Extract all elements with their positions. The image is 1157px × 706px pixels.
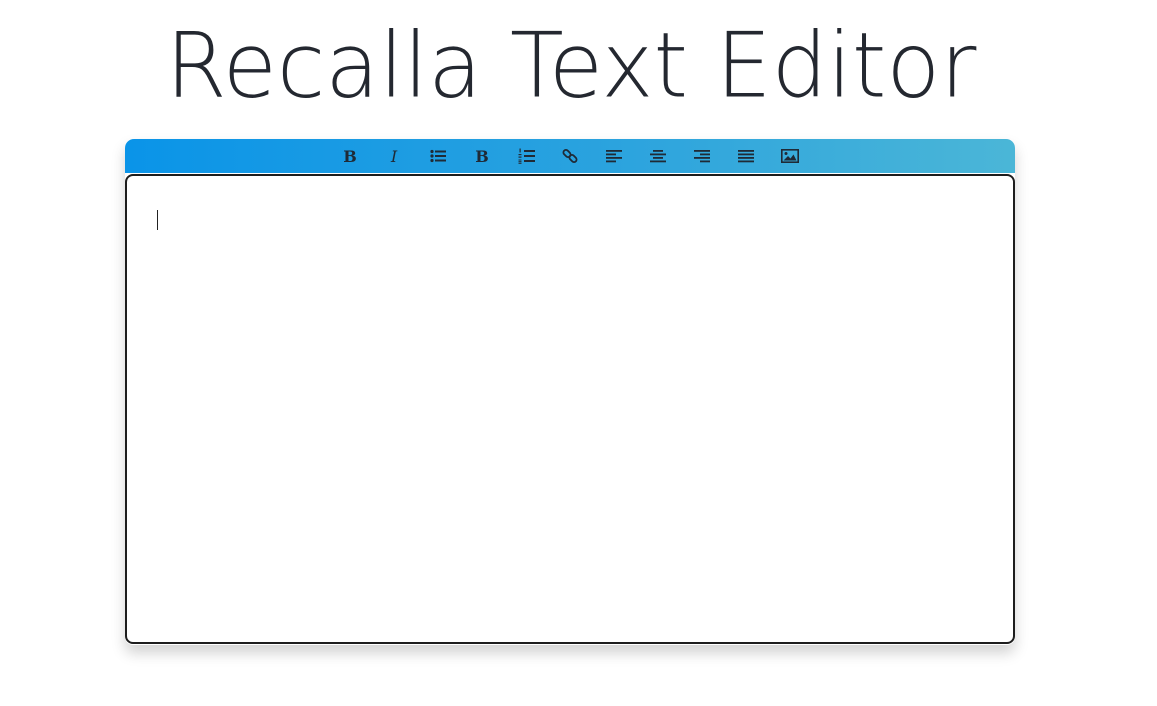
image-icon bbox=[781, 149, 799, 163]
align-center-button[interactable] bbox=[636, 141, 680, 171]
bold-alt-button[interactable]: B bbox=[460, 141, 504, 171]
text-editor: B I B bbox=[125, 139, 1015, 645]
text-caret bbox=[157, 210, 158, 230]
link-icon bbox=[562, 149, 578, 163]
align-right-icon bbox=[694, 150, 710, 163]
image-button[interactable] bbox=[768, 141, 812, 171]
align-right-button[interactable] bbox=[680, 141, 724, 171]
editor-content-area[interactable] bbox=[125, 174, 1015, 644]
bullet-list-button[interactable] bbox=[416, 141, 460, 171]
numbered-list-icon bbox=[518, 148, 535, 164]
align-justify-icon bbox=[738, 150, 754, 163]
align-left-icon bbox=[606, 150, 622, 163]
italic-icon: I bbox=[390, 146, 398, 166]
link-button[interactable] bbox=[548, 141, 592, 171]
bold-button[interactable]: B bbox=[328, 141, 372, 171]
editor-toolbar: B I B bbox=[125, 139, 1015, 173]
bullet-list-icon bbox=[430, 149, 446, 163]
numbered-list-button[interactable] bbox=[504, 141, 548, 171]
italic-button[interactable]: I bbox=[372, 141, 416, 171]
bold-icon: B bbox=[343, 146, 357, 166]
bold-icon: B bbox=[475, 146, 489, 166]
page-title: Recalla Text Editor bbox=[165, 12, 977, 119]
align-center-icon bbox=[650, 150, 666, 163]
align-left-button[interactable] bbox=[592, 141, 636, 171]
align-justify-button[interactable] bbox=[724, 141, 768, 171]
